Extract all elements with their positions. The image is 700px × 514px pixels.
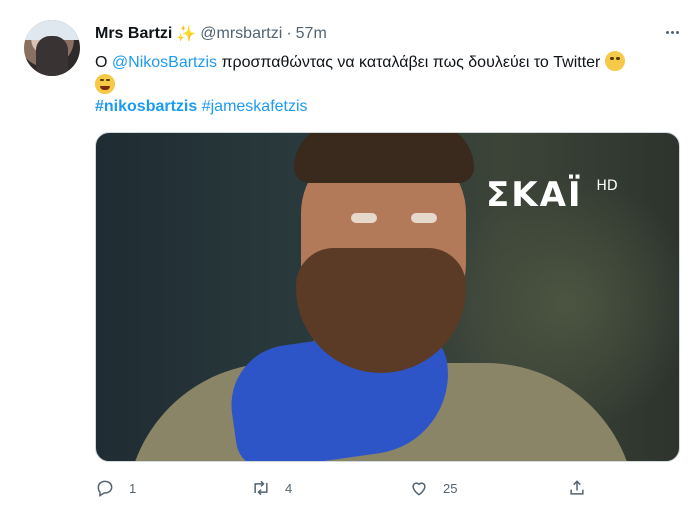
share-icon: [570, 480, 584, 495]
tweet-header: Mrs Bartzi ✨ @mrsbartzi · 57m: [95, 23, 327, 45]
tweet-time[interactable]: 57m: [296, 25, 327, 43]
retweet-icon: [254, 480, 268, 496]
avatar-figure: [36, 36, 68, 76]
channel-logo-text: ΣΚΑΪ: [486, 175, 583, 215]
tweet-text-prefix: Ο: [95, 54, 112, 71]
tweet-text: Ο @NikosBartzis προσπαθώντας να καταλάβε…: [95, 51, 680, 97]
channel-logo-suffix: HD: [596, 178, 618, 194]
avatar[interactable]: [24, 20, 80, 76]
image-eye: [411, 213, 437, 223]
image-eye: [351, 213, 377, 223]
channel-logo: ΣΚΑΪ HD: [486, 175, 618, 215]
sparkles-emoji: ✨: [176, 26, 197, 43]
retweet-button[interactable]: 4: [251, 478, 292, 498]
like-count: 25: [443, 480, 458, 496]
tweet[interactable]: Mrs Bartzi ✨ @mrsbartzi · 57m Ο @NikosBa…: [0, 0, 700, 514]
laughing-emoji: [95, 74, 115, 94]
hashtags: #nikosbartzis #jameskafetzis: [95, 96, 308, 118]
tweet-media-image[interactable]: ΣΚΑΪ HD: [95, 132, 680, 462]
action-bar: 1 4 25: [95, 478, 595, 502]
reply-button[interactable]: 1: [95, 478, 136, 498]
hashtag-link[interactable]: #jameskafetzis: [202, 98, 308, 115]
reply-icon: [97, 480, 113, 497]
separator-dot: ·: [286, 25, 292, 42]
author-name[interactable]: Mrs Bartzi: [95, 25, 172, 43]
heart-icon: [412, 482, 426, 496]
more-icon[interactable]: [664, 24, 680, 40]
like-button[interactable]: 25: [409, 478, 457, 498]
retweet-count: 4: [285, 480, 293, 496]
tweet-text-body: προσπαθώντας να καταλάβει πως δουλεύει τ…: [217, 54, 601, 71]
mention-link[interactable]: @NikosBartzis: [112, 54, 217, 71]
image-hair: [294, 133, 474, 183]
share-button[interactable]: [567, 478, 587, 498]
reply-count: 1: [129, 480, 137, 496]
author-handle[interactable]: @mrsbartzi: [200, 25, 282, 43]
face-emoji: [604, 51, 625, 71]
hashtag-link[interactable]: #nikosbartzis: [95, 98, 197, 115]
